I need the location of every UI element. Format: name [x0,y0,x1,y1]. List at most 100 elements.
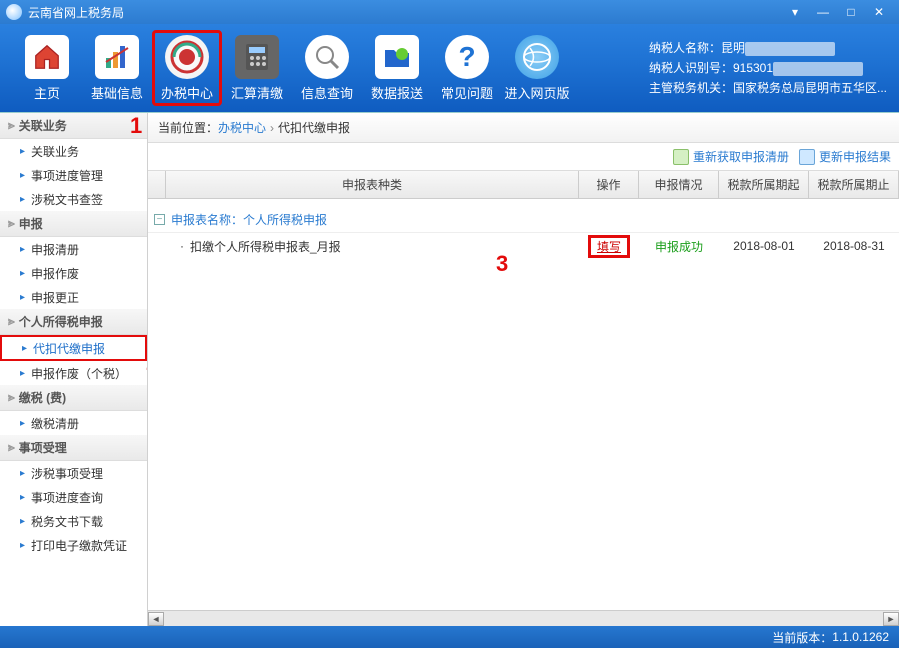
update-result-link[interactable]: 更新申报结果 [799,148,891,165]
triangle-icon: ▸ [22,343,27,354]
calculator-icon [235,35,279,79]
toolbar-basicinfo[interactable]: 基础信息 [82,30,152,106]
sidebar-item-declarevoid[interactable]: ▸申报作废 [0,261,147,285]
sidebar-item-docsign[interactable]: ▸ 涉税文书查签 [0,187,147,211]
toolbar-basicinfo-label: 基础信息 [91,83,143,102]
sidebar-item-label: 事项进度查询 [31,489,103,506]
row-from: 2018-08-01 [719,239,809,253]
table-group-row[interactable]: − 申报表名称：个人所得税申报 [148,207,899,233]
sidebar-item-withholding[interactable]: ▸ 代扣代缴申报 [0,335,147,361]
th-from: 税款所属期起 [719,171,809,198]
triangle-icon: ▸ [20,244,25,255]
sidebar-group-paytax[interactable]: ⪢ 缴税 (费) [0,385,147,411]
toolbar-datasubmit[interactable]: 数据报送 [362,30,432,106]
breadcrumb-taxcenter[interactable]: 办税中心 [218,119,266,136]
toolbar-datasubmit-label: 数据报送 [371,83,423,102]
sidebar-item-matterprogress[interactable]: ▸ 事项进度查询 [0,485,147,509]
window-title: 云南省网上税务局 [28,4,781,21]
collapse-icon[interactable]: − [154,214,165,225]
refresh-icon [673,149,689,165]
tax-center-icon [165,35,209,79]
triangle-icon: ▸ [20,146,25,157]
version-label: 当前版本： [772,629,832,646]
sidebar-group-incometax[interactable]: ⪢个人所得税申报 [0,309,147,335]
fill-link[interactable]: 填写 [588,235,630,258]
triangle-icon: ▸ [20,540,25,551]
triangle-icon: ▸ [20,492,25,503]
toolbar-taxcenter-label: 办税中心 [161,83,213,102]
toolbar-query[interactable]: 信息查询 [292,30,362,106]
sidebar-group-label: 关联业务 [19,117,67,134]
th-op: 操作 [579,171,639,198]
sidebar-item-label: 申报作废（个税） [31,365,127,382]
sidebar-item-label: 涉税事项受理 [31,465,103,482]
sidebar-item-progress[interactable]: ▸ 事项进度管理 [0,163,147,187]
sidebar-item-declarecorrect[interactable]: ▸ 申报更正 [0,285,147,309]
sidebar-item-label: 关联业务 [31,143,79,160]
toolbar-settlement[interactable]: 汇算清缴 [222,30,292,106]
sidebar-item-paylist[interactable]: ▸ 缴税清册 [0,411,147,435]
toolbar-webversion[interactable]: 进入网页版 [502,30,572,106]
horizontal-scrollbar[interactable]: ◄ ► [148,610,899,626]
toolbar-taxcenter[interactable]: 办税中心 [152,30,222,106]
sidebar-item-docdownload[interactable]: ▸税务文书下载 [0,509,147,533]
name-label: 纳税人名称： [649,41,721,55]
sidebar-group-related[interactable]: ⪢ 关联业务 [0,113,147,139]
action-bar: 重新获取申报清册 更新申报结果 [148,143,899,171]
toolbar-faq[interactable]: ? 常见问题 [432,30,502,106]
annotation-3: 3 [496,251,508,277]
sidebar-item-declarelist[interactable]: ▸申报清册 [0,237,147,261]
taxpayer-info: 纳税人名称：昆明 纳税人识别号：915301 主管税务机关：国家税务总局昆明市五… [649,38,887,98]
triangle-icon: ▸ [20,418,25,429]
triangle-icon: ▸ [20,194,25,205]
toolbar-home[interactable]: 主页 [12,30,82,106]
chevron-icon: ⪢ [8,216,15,231]
close-button[interactable]: ✕ [865,2,893,22]
chevron-icon: ⪢ [8,390,15,405]
sidebar-item-label: 代扣代缴申报 [33,340,105,357]
maximize-button[interactable]: □ [837,2,865,22]
triangle-icon: ▸ [20,292,25,303]
bullet-icon: · [180,239,184,253]
sidebar-item-voidpersonal[interactable]: ▸申报作废（个税） [0,361,147,385]
breadcrumb-current: 代扣代缴申报 [278,119,350,136]
sidebar-item-label: 申报作废 [31,265,79,282]
sidebar-item-label: 申报更正 [31,289,79,306]
group-label: 申报表名称：个人所得税申报 [171,211,327,228]
id-label: 纳税人识别号： [649,61,733,75]
scroll-left-button[interactable]: ◄ [148,612,164,626]
sidebar-item-printvoucher[interactable]: ▸ 打印电子缴款凭证 [0,533,147,557]
th-blank [148,171,166,198]
dropdown-button[interactable]: ▾ [781,2,809,22]
main-toolbar: 主页 基础信息 办税中心 汇算清缴 信息查询 数据报送 ? 常见问题 [0,24,899,112]
sidebar-group-label: 缴税 (费) [19,389,66,406]
scroll-right-button[interactable]: ► [883,612,899,626]
triangle-icon: ▸ [20,170,25,181]
sidebar-item-label: 打印电子缴款凭证 [31,537,127,554]
sidebar-group-label: 事项受理 [19,439,67,456]
sidebar-item-label: 事项进度管理 [31,167,103,184]
th-type: 申报表种类 [166,171,579,198]
toolbar-query-label: 信息查询 [301,83,353,102]
refresh-list-link[interactable]: 重新获取申报清册 [673,148,789,165]
sidebar-item-label: 涉税文书查签 [31,191,103,208]
globe-icon [515,35,559,79]
breadcrumb: 当前位置： 办税中心 › 代扣代缴申报 [148,113,899,143]
main-content: 当前位置： 办税中心 › 代扣代缴申报 重新获取申报清册 更新申报结果 申报表种… [148,113,899,626]
sidebar: 1 ⪢关联业务 ▸关联业务 ▸事项进度管理 ▸涉税文书查签 ⪢申报 ▸申报清册 … [0,113,148,626]
sidebar-item-taxmatter[interactable]: ▸涉税事项受理 [0,461,147,485]
minimize-button[interactable]: — [809,2,837,22]
update-label: 更新申报结果 [819,148,891,165]
sidebar-group-declare[interactable]: ⪢申报 [0,211,147,237]
sidebar-group-matters[interactable]: ⪢事项受理 [0,435,147,461]
chevron-icon: ⪢ [8,118,15,133]
sidebar-item-related[interactable]: ▸ 关联业务 [0,139,147,163]
table-header: 申报表种类 操作 申报情况 税款所属期起 税款所属期止 [148,171,899,199]
toolbar-faq-label: 常见问题 [441,83,493,102]
question-icon: ? [445,35,489,79]
th-status: 申报情况 [639,171,719,198]
folder-icon [375,35,419,79]
auth-label: 主管税务机关： [649,81,733,95]
sidebar-item-label: 缴税清册 [31,415,79,432]
sidebar-item-label: 税务文书下载 [31,513,103,530]
